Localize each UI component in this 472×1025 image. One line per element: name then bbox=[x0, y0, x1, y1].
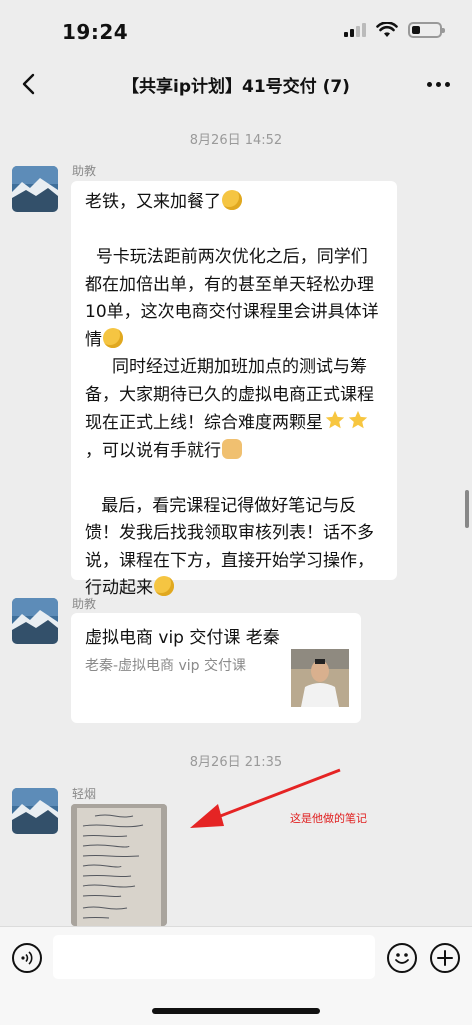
more-options-button[interactable] bbox=[420, 68, 456, 100]
wifi-icon bbox=[376, 22, 398, 37]
link-description: 老秦-虚拟电商 vip 交付课 bbox=[85, 658, 247, 674]
avatar[interactable] bbox=[12, 598, 58, 644]
message-input[interactable] bbox=[53, 935, 375, 979]
message-bubble[interactable]: 老铁，又来加餐了 号卡玩法距前两次优化之后，同学们都在加倍出单，有的甚至单天轻松… bbox=[71, 181, 397, 598]
home-indicator[interactable] bbox=[152, 1008, 320, 1014]
scrollbar[interactable] bbox=[465, 490, 469, 528]
status-bar: 19:24 bbox=[0, 0, 472, 60]
link-thumbnail bbox=[291, 649, 349, 707]
avatar[interactable] bbox=[12, 788, 58, 834]
emoji-button[interactable] bbox=[387, 943, 417, 973]
avatar[interactable] bbox=[12, 166, 58, 212]
sender-name: 助教 bbox=[72, 597, 97, 611]
message-paragraph: 老铁，又来加餐了 bbox=[85, 192, 221, 212]
star-emoji-icon bbox=[325, 410, 345, 429]
star-emoji-icon bbox=[348, 410, 368, 429]
smiley-icon bbox=[395, 953, 409, 964]
more-icon bbox=[426, 81, 432, 87]
message-paragraph: 号卡玩法距前两次优化之后，同学们都在加倍出单，有的甚至单天轻松办理10单，这次电… bbox=[85, 247, 379, 350]
doge-emoji-icon bbox=[222, 438, 242, 459]
sender-name: 助教 bbox=[72, 164, 97, 178]
link-title: 虚拟电商 vip 交付课 老秦 bbox=[85, 628, 280, 648]
nav-bar: 【共享ip计划】41号交付 (7) bbox=[0, 60, 472, 108]
voice-input-button[interactable] bbox=[12, 943, 42, 973]
plus-icon bbox=[437, 950, 453, 966]
voice-icon bbox=[21, 951, 33, 965]
status-time: 19:24 bbox=[62, 20, 129, 44]
annotation-label: 这是他做的笔记 bbox=[290, 812, 367, 825]
sender-name: 轻烟 bbox=[72, 787, 97, 801]
message-paragraph: ，可以说有手就行 bbox=[85, 440, 221, 461]
link-card[interactable]: 虚拟电商 vip 交付课 老秦 老秦-虚拟电商 vip 交付课 bbox=[71, 613, 361, 723]
signal-icon bbox=[344, 23, 366, 37]
chat-title: 【共享ip计划】41号交付 (7) bbox=[122, 77, 350, 97]
party-emoji-icon bbox=[154, 576, 174, 596]
more-actions-button[interactable] bbox=[430, 943, 460, 973]
status-icons bbox=[344, 22, 445, 38]
smile-emoji-icon bbox=[222, 190, 242, 210]
timestamp: 8月26日 14:52 bbox=[189, 133, 283, 148]
message-text: 老铁，又来加餐了 号卡玩法距前两次优化之后，同学们都在加倍出单，有的甚至单天轻松… bbox=[71, 181, 397, 613]
back-button[interactable] bbox=[12, 68, 44, 100]
battery-icon bbox=[408, 22, 445, 38]
pleading-emoji-icon bbox=[103, 327, 123, 348]
notes-photo[interactable] bbox=[71, 804, 167, 926]
chevron-left-icon bbox=[22, 73, 35, 95]
red-arrow-icon bbox=[190, 768, 341, 828]
message-paragraph: 最后，看完课程记得做好笔记与反馈！发我后找我领取审核列表！话不多说，课程在下方，… bbox=[85, 495, 374, 599]
